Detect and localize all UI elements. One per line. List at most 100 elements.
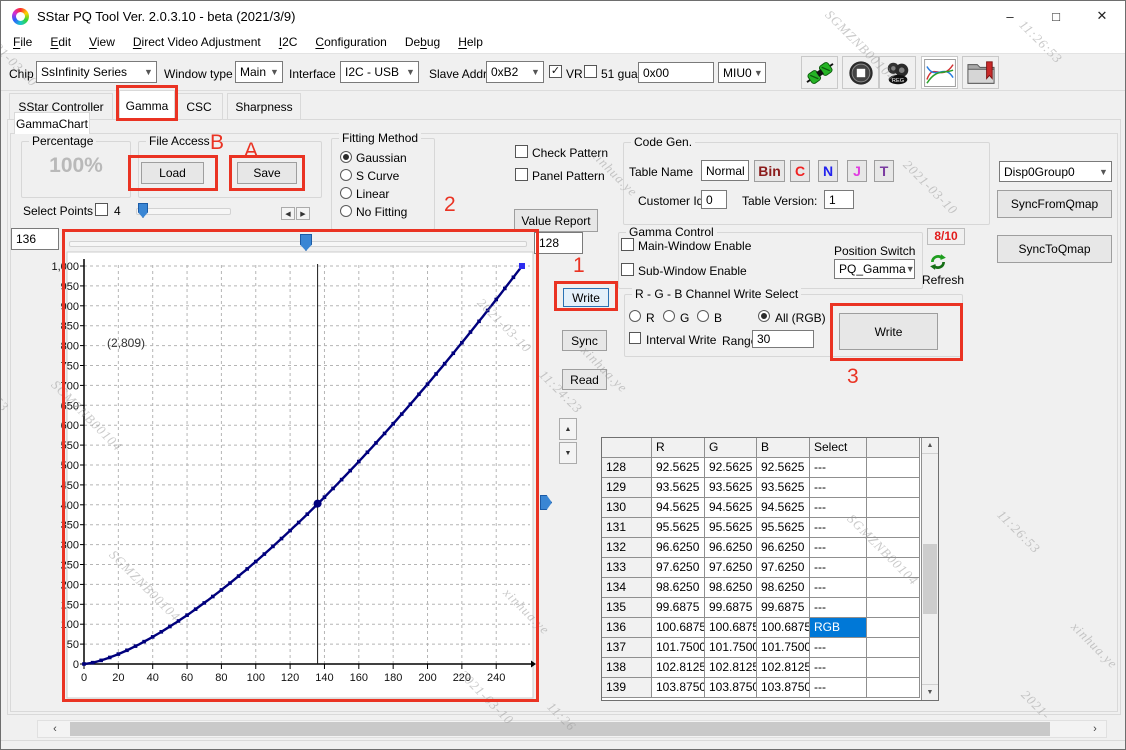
table-cell[interactable]: 102.8125 xyxy=(652,658,705,678)
gamma-table[interactable]: RGBSelect12892.562592.562592.5625---1299… xyxy=(601,437,939,701)
step-right-button[interactable]: ▶ xyxy=(296,207,310,220)
bin-button[interactable]: Bin xyxy=(754,160,785,182)
menu-debug[interactable]: Debug xyxy=(396,33,449,51)
t-button[interactable]: T xyxy=(874,160,894,182)
table-cell[interactable] xyxy=(867,678,920,698)
table-cell[interactable]: --- xyxy=(810,478,867,498)
table-cell[interactable]: 101.7500 xyxy=(652,638,705,658)
curves-button[interactable] xyxy=(921,56,958,89)
table-cell[interactable]: 135 xyxy=(602,598,652,618)
step-left-button[interactable]: ◀ xyxy=(281,207,295,220)
gamma-curve-chart[interactable]: 0501001502002503003504004505005506006507… xyxy=(39,251,539,703)
table-cell[interactable]: 138 xyxy=(602,658,652,678)
table-cell[interactable]: 95.5625 xyxy=(705,518,757,538)
table-cell[interactable]: 133 xyxy=(602,558,652,578)
table-cell[interactable] xyxy=(867,478,920,498)
table-cell[interactable]: 94.5625 xyxy=(757,498,810,518)
table-cell[interactable] xyxy=(867,458,920,478)
table-cell[interactable]: 132 xyxy=(602,538,652,558)
value-report-button[interactable]: Value Report xyxy=(514,209,598,232)
stop-button[interactable] xyxy=(842,56,879,89)
table-cell[interactable]: --- xyxy=(810,578,867,598)
load-button[interactable]: Load xyxy=(141,162,204,184)
table-cell[interactable]: 103.8750 xyxy=(652,678,705,698)
panel-pattern-checkbox[interactable] xyxy=(515,168,528,181)
scroll-down-icon[interactable]: ▼ xyxy=(922,684,938,700)
maximize-button[interactable]: □ xyxy=(1033,1,1079,31)
table-cell[interactable]: 99.6875 xyxy=(705,598,757,618)
register-button[interactable]: REG xyxy=(879,56,916,89)
table-cell[interactable]: 98.6250 xyxy=(757,578,810,598)
table-cell[interactable]: 129 xyxy=(602,478,652,498)
tab-gammachart[interactable]: GammaChart xyxy=(14,112,90,134)
table-cell[interactable]: 97.6250 xyxy=(652,558,705,578)
fitting-radio-s-curve[interactable] xyxy=(340,169,352,181)
sub-window-enable-checkbox[interactable] xyxy=(621,263,634,276)
file-manager-button[interactable] xyxy=(962,56,999,89)
table-cell[interactable]: 136 xyxy=(602,618,652,638)
minimize-button[interactable]: – xyxy=(987,1,1033,31)
table-cell[interactable] xyxy=(867,518,920,538)
interval-write-checkbox[interactable] xyxy=(629,332,641,344)
table-cell[interactable]: 100.6875 xyxy=(757,618,810,638)
table-cell[interactable]: 98.6250 xyxy=(652,578,705,598)
table-cell[interactable]: --- xyxy=(810,498,867,518)
table-cell[interactable]: 137 xyxy=(602,638,652,658)
table-cell[interactable]: 139 xyxy=(602,678,652,698)
fitting-radio-no-fitting[interactable] xyxy=(340,205,352,217)
table-cell[interactable]: 93.5625 xyxy=(757,478,810,498)
table-cell[interactable]: --- xyxy=(810,538,867,558)
menu-configuration[interactable]: Configuration xyxy=(306,33,395,51)
table-scrollbar-thumb[interactable] xyxy=(923,544,937,614)
menu-view[interactable]: View xyxy=(80,33,124,51)
table-cell[interactable]: 103.8750 xyxy=(705,678,757,698)
table-cell[interactable]: 101.7500 xyxy=(705,638,757,658)
table-cell[interactable]: 97.6250 xyxy=(757,558,810,578)
vr-checkbox[interactable]: ✓ xyxy=(549,65,562,78)
horizontal-scrollbar[interactable]: ‹ › xyxy=(37,720,1107,738)
table-scrollbar[interactable]: ▲ ▼ xyxy=(921,438,938,700)
table-cell[interactable]: 94.5625 xyxy=(705,498,757,518)
channel-all-radio[interactable] xyxy=(758,310,770,322)
connect-button[interactable] xyxy=(801,56,838,89)
sync-button[interactable]: Sync xyxy=(562,330,607,351)
table-cell[interactable] xyxy=(867,578,920,598)
scroll-up-icon[interactable]: ▲ xyxy=(922,438,938,454)
table-cell[interactable]: 96.6250 xyxy=(652,538,705,558)
read-button[interactable]: Read xyxy=(562,369,607,390)
table-cell[interactable]: 134 xyxy=(602,578,652,598)
table-cell[interactable]: --- xyxy=(810,458,867,478)
position-switch-select[interactable]: PQ_Gamma▼ xyxy=(834,259,915,279)
refresh-button[interactable] xyxy=(929,253,947,271)
miu-select[interactable]: MIU0▼ xyxy=(718,62,766,83)
interface-select[interactable]: I2C - USB▼ xyxy=(340,61,419,83)
fitting-radio-gaussian[interactable] xyxy=(340,151,352,163)
sync-from-qmap-button[interactable]: SyncFromQmap xyxy=(997,190,1112,218)
table-cell[interactable]: 128 xyxy=(602,458,652,478)
table-cell[interactable]: 101.7500 xyxy=(757,638,810,658)
table-cell[interactable]: 131 xyxy=(602,518,652,538)
point-left-input[interactable]: 136 xyxy=(11,228,59,250)
horizontal-scrollbar-thumb[interactable] xyxy=(70,722,1050,736)
menu-direct-video-adjustment[interactable]: Direct Video Adjustment xyxy=(124,33,270,51)
customer-id-input[interactable]: 0 xyxy=(701,190,727,209)
channel-r-radio[interactable] xyxy=(629,310,641,322)
table-cell[interactable]: 99.6875 xyxy=(652,598,705,618)
c-button[interactable]: C xyxy=(790,160,810,182)
j-button[interactable]: J xyxy=(847,160,867,182)
table-cell[interactable] xyxy=(867,658,920,678)
table-cell[interactable] xyxy=(867,638,920,658)
table-cell[interactable]: 95.5625 xyxy=(757,518,810,538)
tab-csc[interactable]: CSC xyxy=(175,93,223,120)
table-cell[interactable]: --- xyxy=(810,518,867,538)
select-points-checkbox[interactable] xyxy=(95,203,108,216)
menu-help[interactable]: Help xyxy=(449,33,492,51)
table-cell[interactable]: 130 xyxy=(602,498,652,518)
table-cell[interactable]: --- xyxy=(810,658,867,678)
table-cell[interactable]: 93.5625 xyxy=(652,478,705,498)
chip-select[interactable]: SsInfinity Series▼ xyxy=(36,61,157,83)
menu-edit[interactable]: Edit xyxy=(41,33,80,51)
scroll-down-button[interactable]: ▼ xyxy=(559,442,577,464)
table-cell[interactable]: 95.5625 xyxy=(652,518,705,538)
channel-g-radio[interactable] xyxy=(663,310,675,322)
